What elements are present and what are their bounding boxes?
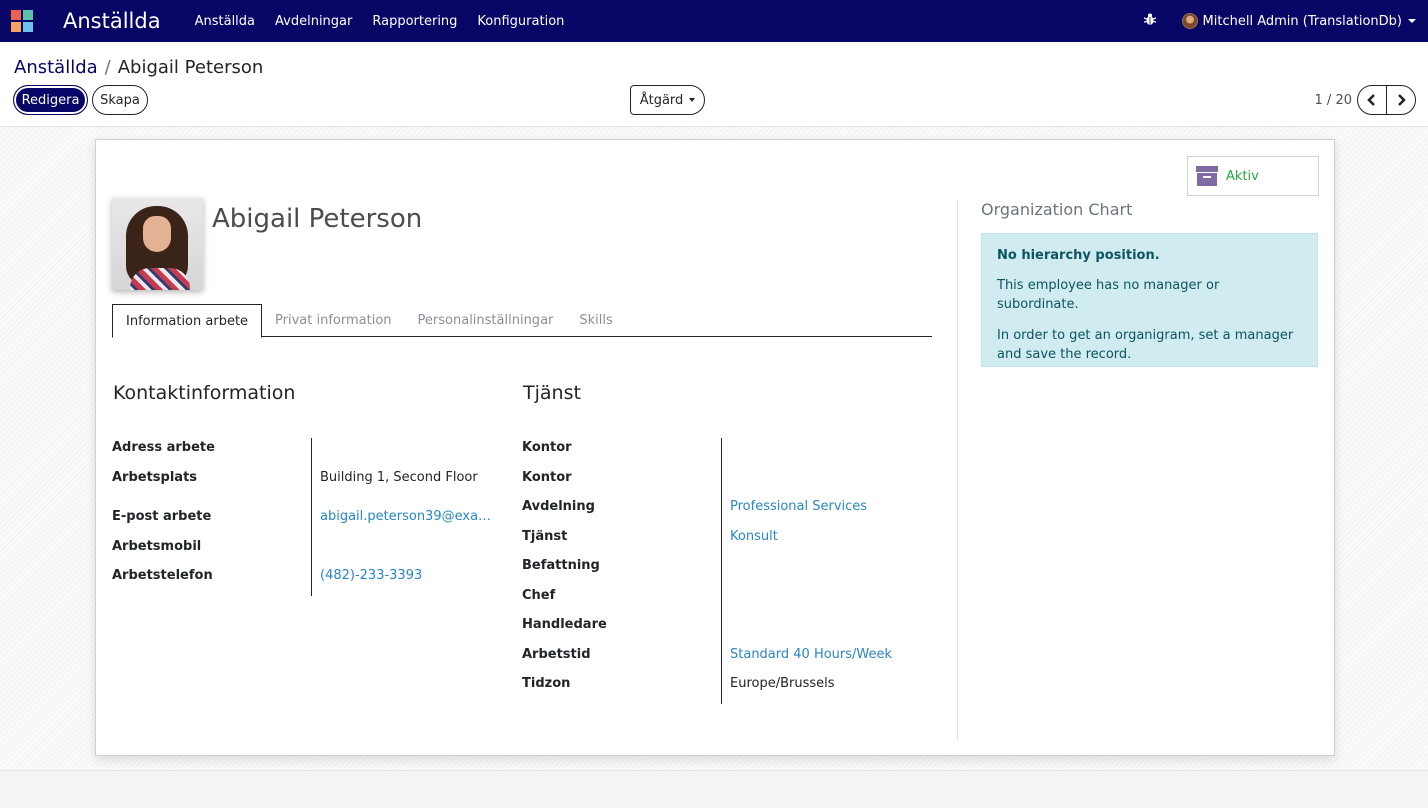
field-label: Befattning — [522, 558, 600, 573]
app-title: Anställda — [63, 9, 161, 33]
job-position-link[interactable]: Konsult — [730, 529, 778, 544]
position-separator — [721, 438, 722, 704]
alert-text: In order to get an organigram, set a man… — [997, 328, 1294, 362]
pager-next-button[interactable] — [1386, 85, 1416, 115]
tab-private-information[interactable]: Privat information — [262, 304, 405, 337]
tab-work-information[interactable]: Information arbete — [112, 304, 263, 338]
pager-previous-button[interactable] — [1357, 85, 1387, 115]
breadcrumb-separator: / — [104, 57, 111, 78]
apps-icon-tile — [11, 22, 21, 32]
active-label: Aktiv — [1226, 168, 1259, 184]
contact-info-title: Kontaktinformation — [113, 382, 296, 404]
top-navbar: Anställda Anställda Avdelningar Rapporte… — [0, 0, 1428, 42]
work-location-value: Building 1, Second Floor — [320, 470, 478, 485]
edit-button[interactable]: Redigera — [13, 85, 88, 115]
breadcrumb: Anställda / Abigail Peterson — [14, 57, 263, 78]
working-hours-link[interactable]: Standard 40 Hours/Week — [730, 647, 892, 662]
apps-icon-tile — [11, 10, 21, 20]
field-label: Avdelning — [522, 499, 595, 514]
employee-name: Abigail Peterson — [212, 204, 423, 234]
action-label: Åtgärd — [639, 92, 684, 108]
debug-bug-icon[interactable] — [1143, 13, 1156, 30]
chevron-down-icon — [1408, 19, 1416, 23]
apps-icon-tile — [23, 22, 33, 32]
apps-icon-tile — [23, 10, 33, 20]
menu-item-configuration[interactable]: Konfiguration — [477, 14, 564, 29]
apps-menu-icon[interactable] — [11, 10, 33, 32]
field-label: E-post arbete — [112, 509, 212, 524]
timezone-value: Europe/Brussels — [730, 676, 835, 691]
user-menu[interactable]: Mitchell Admin (TranslationDb) — [1203, 14, 1402, 29]
navbar-right: Mitchell Admin (TranslationDb) — [1143, 0, 1416, 42]
field-label: Kontor — [522, 440, 572, 455]
field-label: Kontor — [522, 470, 572, 485]
archive-icon — [1196, 166, 1218, 186]
field-label: Adress arbete — [112, 440, 215, 455]
create-button[interactable]: Skapa — [92, 85, 148, 115]
tab-hr-settings[interactable]: Personalinställningar — [405, 304, 567, 337]
alert-heading: No hierarchy position. — [997, 248, 1160, 263]
menu-item-employees[interactable]: Anställda — [195, 14, 255, 29]
breadcrumb-current: Abigail Peterson — [117, 57, 264, 78]
tab-skills[interactable]: Skills — [566, 304, 625, 337]
control-panel: Anställda / Abigail Peterson Redigera Sk… — [0, 42, 1428, 127]
chevron-left-icon — [1367, 94, 1375, 106]
position-title: Tjänst — [523, 382, 581, 404]
form-view-area: Aktiv Abigail Peterson Information arbet… — [0, 127, 1428, 770]
work-phone-link[interactable]: (482)-233-3393 — [320, 568, 422, 583]
user-avatar — [1181, 13, 1198, 29]
field-label: Arbetstid — [522, 647, 591, 662]
form-tabs: Information arbete Privat information Pe… — [112, 304, 932, 338]
pager-value[interactable]: 1 / 20 — [1315, 93, 1352, 108]
field-label: Chef — [522, 588, 556, 603]
alert-text: This employee has no manager or subordin… — [997, 278, 1220, 312]
field-label: Arbetstelefon — [112, 568, 213, 583]
field-label: Arbetsmobil — [112, 539, 202, 554]
chevron-right-icon — [1398, 94, 1406, 106]
field-label: Tjänst — [522, 529, 568, 544]
org-chart-alert: No hierarchy position. This employee has… — [981, 233, 1318, 367]
action-dropdown-button[interactable]: Åtgärd — [630, 85, 705, 115]
side-panel-divider — [957, 200, 958, 741]
employee-photo[interactable] — [112, 198, 203, 290]
field-label: Handledare — [522, 617, 607, 632]
department-link[interactable]: Professional Services — [730, 499, 867, 514]
menu-item-reporting[interactable]: Rapportering — [372, 14, 457, 29]
form-sheet: Aktiv Abigail Peterson Information arbet… — [95, 139, 1335, 756]
field-label: Tidzon — [522, 676, 571, 691]
field-label: Arbetsplats — [112, 470, 198, 485]
contact-separator — [311, 438, 312, 596]
active-toggle-button[interactable]: Aktiv — [1187, 156, 1319, 196]
org-chart-title: Organization Chart — [981, 200, 1133, 219]
footer-area — [0, 770, 1428, 808]
work-email-link[interactable]: abigail.peterson39@exa… — [320, 509, 491, 524]
breadcrumb-employees-link[interactable]: Anställda — [14, 57, 98, 78]
menu-item-departments[interactable]: Avdelningar — [275, 14, 352, 29]
caret-down-icon — [689, 98, 696, 102]
